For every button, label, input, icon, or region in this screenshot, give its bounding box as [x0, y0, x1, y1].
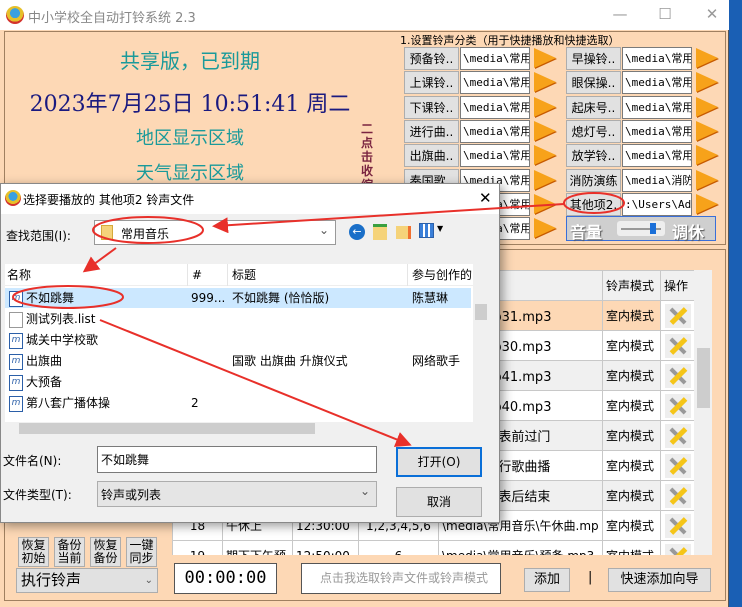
- annotation-arrow: [99, 319, 412, 447]
- annotation-ellipse: [12, 285, 124, 309]
- annotation-ellipse: [563, 192, 625, 214]
- annotation-arrow: [212, 203, 565, 234]
- annotation-overlay: [12, 192, 625, 447]
- annotation-arrow: [82, 247, 117, 273]
- annotation-ellipse: [92, 216, 204, 244]
